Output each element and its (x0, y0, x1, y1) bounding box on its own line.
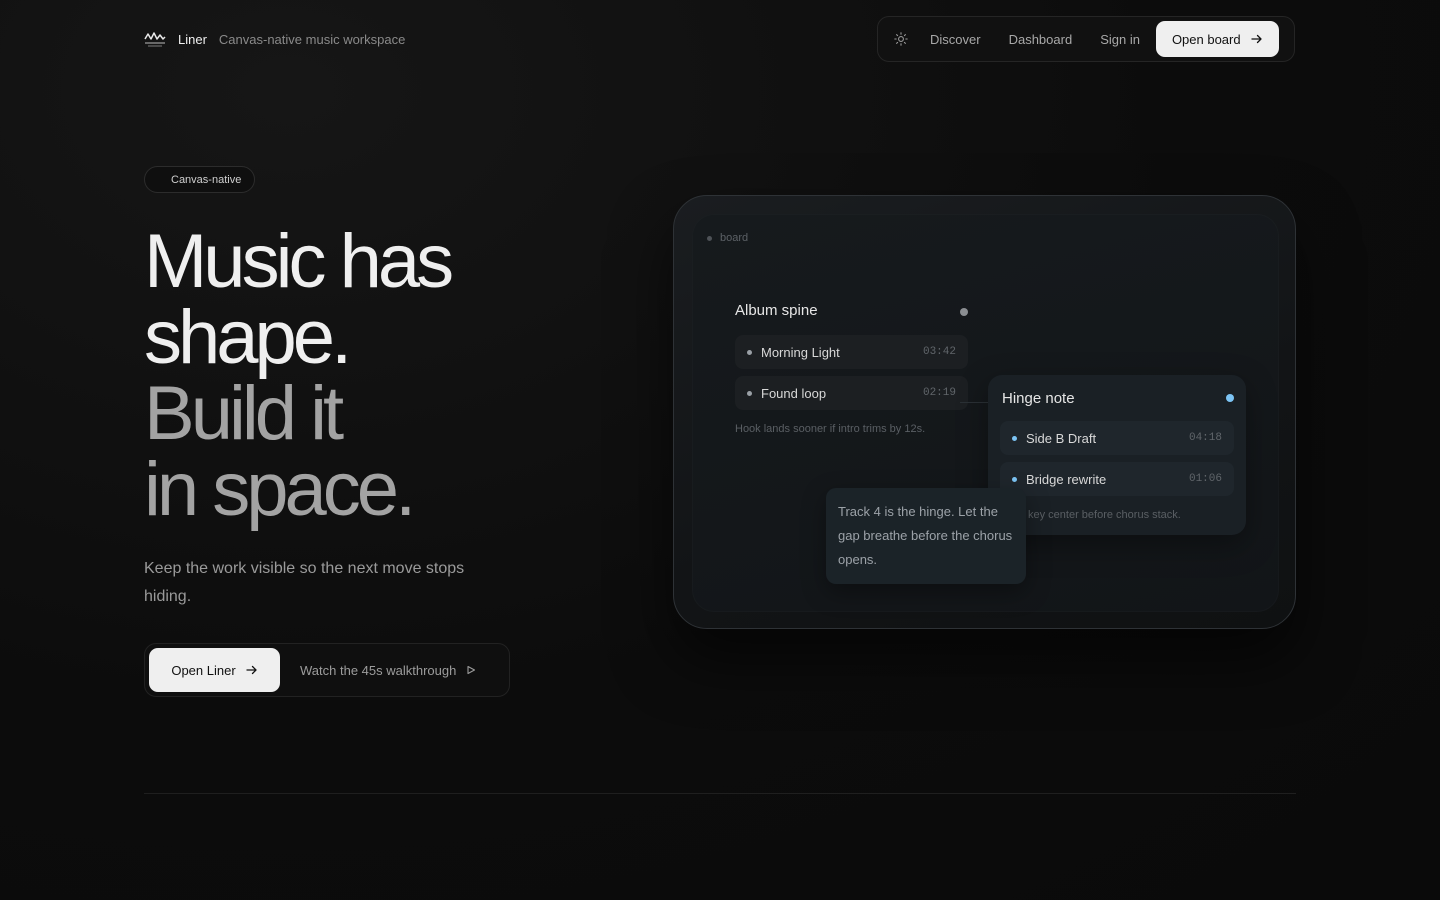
status-dot-icon (1226, 394, 1234, 402)
hinge-note-title: Hinge note (1002, 390, 1075, 407)
board-dot-icon (707, 235, 712, 241)
nav-link-sign-in[interactable]: Sign in (1100, 32, 1140, 47)
bullet-icon (747, 390, 752, 396)
sticky-note[interactable]: Track 4 is the hinge. Let the gap breath… (826, 488, 1026, 584)
track-time: 04:18 (1188, 432, 1222, 444)
hinge-note-text: key center before chorus stack. (1028, 509, 1181, 521)
watch-walkthrough-label: Watch the 45s walkthrough (300, 662, 457, 678)
board-canvas[interactable]: board Album spine Morning Light 03:42 Fo… (692, 214, 1279, 612)
status-dot-icon (960, 308, 968, 316)
open-liner-label: Open Liner (171, 662, 236, 678)
album-spine-note: Hook lands sooner if intro trims by 12s. (735, 423, 926, 435)
hero-actions: Open Liner Watch the 45s walkthrough (144, 643, 510, 697)
headline-line-3: Build it (144, 371, 344, 456)
album-spine-title: Album spine (735, 302, 818, 319)
brand-name: Liner (178, 31, 207, 47)
headline-line-4: in space. (144, 447, 416, 532)
track-row[interactable]: Found loop 02:19 (735, 376, 968, 410)
open-board-button[interactable]: Open board (1155, 21, 1279, 57)
card-connector (960, 402, 988, 403)
track-row[interactable]: Side B Draft 04:18 (1000, 421, 1234, 455)
headline-line-2: shape. (144, 295, 352, 380)
arrow-right-icon (1250, 32, 1263, 47)
track-row[interactable]: Morning Light 03:42 (735, 335, 968, 369)
brand[interactable]: Liner Canvas-native music workspace (144, 28, 405, 50)
hero-pill-badge: Canvas-native (144, 166, 256, 193)
open-liner-button[interactable]: Open Liner (149, 648, 280, 692)
board-preview: board Album spine Morning Light 03:42 Fo… (673, 195, 1296, 629)
track-row[interactable]: Bridge rewrite 01:06 (1000, 462, 1234, 496)
track-time: 01:06 (1188, 473, 1222, 485)
hinge-note-card[interactable]: Hinge note Side B Draft 04:18 Bridge rew… (988, 375, 1246, 535)
track-name: Bridge rewrite (1026, 471, 1107, 487)
nav-link-discover[interactable]: Discover (930, 32, 981, 47)
theme-toggle-icon[interactable] (892, 30, 910, 48)
arrow-right-icon (246, 663, 258, 678)
waveform-logo-icon (144, 28, 166, 50)
bullet-icon (747, 349, 752, 355)
open-board-label: Open board (1171, 31, 1241, 47)
board-label-text: board (720, 232, 749, 244)
nav-link-dashboard[interactable]: Dashboard (1009, 32, 1073, 47)
top-nav: Discover Dashboard Sign in Open board (877, 16, 1295, 62)
track-name: Morning Light (761, 344, 840, 360)
hero-headline: Music has shape. Build it in space. (144, 219, 454, 532)
section-divider (144, 793, 1296, 794)
headline-line-1: Music has (144, 219, 454, 304)
track-time: 03:42 (922, 346, 956, 358)
watch-walkthrough-button[interactable]: Watch the 45s walkthrough (300, 663, 476, 678)
board-label: board (707, 232, 748, 244)
bullet-icon (1012, 476, 1017, 482)
play-icon (466, 663, 476, 678)
track-time: 02:19 (922, 387, 956, 399)
track-name: Side B Draft (1026, 430, 1097, 446)
track-name: Found loop (761, 385, 827, 401)
brand-tagline: Canvas-native music workspace (218, 31, 406, 47)
hero-lede: Keep the work visible so the next move s… (144, 560, 465, 605)
bullet-icon (1012, 435, 1017, 441)
